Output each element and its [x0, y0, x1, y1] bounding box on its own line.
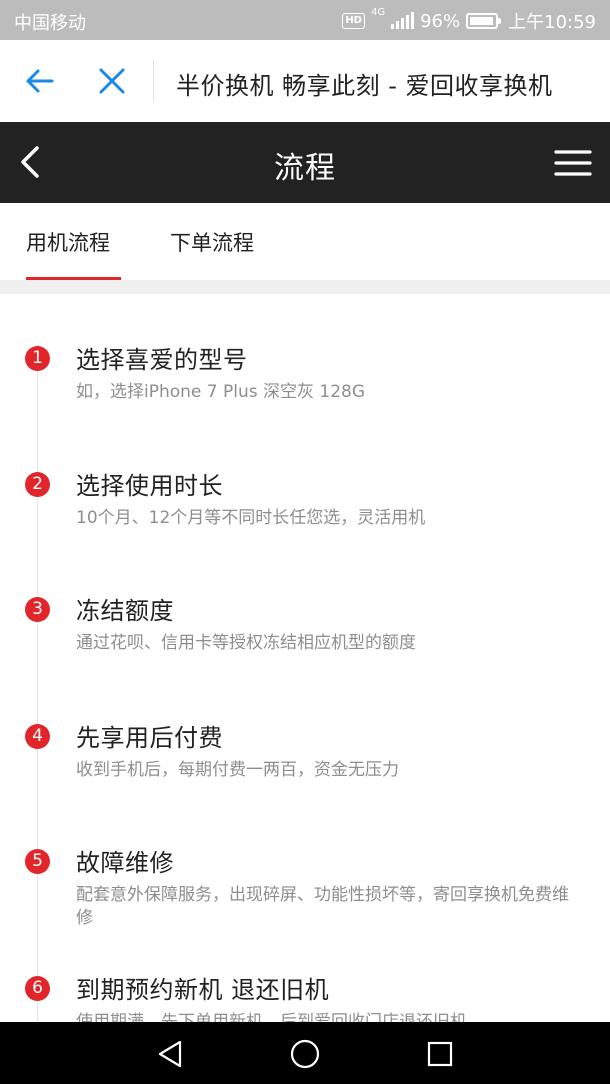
hd-badge: HD [342, 13, 365, 29]
system-nav-bar [0, 1022, 610, 1084]
step-title: 选择使用时长 [76, 472, 223, 500]
step-description: 如，选择iPhone 7 Plus 深空灰 128G [76, 382, 366, 402]
app-header: 流程 [0, 122, 610, 203]
process-steps: 1 选择喜爱的型号 如，选择iPhone 7 Plus 深空灰 128G 2 选… [0, 294, 610, 1022]
section-separator [0, 280, 610, 294]
tab-bar: 用机流程 下单流程 [0, 203, 610, 280]
step-title: 到期预约新机 退还旧机 [76, 976, 330, 1004]
toolbar-divider [153, 60, 154, 102]
step-number-badge: 1 [25, 346, 50, 371]
nav-recents-icon[interactable] [424, 1038, 456, 1070]
battery-percent: 96% [420, 10, 461, 32]
step-title: 冻结额度 [76, 597, 174, 625]
step-number-badge: 3 [25, 597, 50, 622]
battery-icon [466, 13, 502, 29]
hamburger-menu-icon[interactable] [554, 145, 592, 181]
close-icon[interactable] [96, 65, 128, 97]
network-type: 4G [370, 7, 386, 18]
step-description: 10个月、12个月等不同时长任您选，灵活用机 [76, 508, 426, 528]
step-description: 使用期满，先下单用新机，后到爱回收门店退还旧机 [76, 1012, 467, 1022]
step-title: 选择喜爱的型号 [76, 346, 248, 374]
step-description: 收到手机后，每期付费一两百，资金无压力 [76, 760, 399, 780]
step-number-badge: 5 [25, 849, 50, 874]
nav-back-icon[interactable] [154, 1038, 186, 1070]
signal-icon [391, 12, 415, 29]
tab-order-process[interactable]: 下单流程 [170, 227, 254, 257]
clock: 上午10:59 [508, 12, 596, 33]
step-number-badge: 6 [25, 976, 50, 1001]
header-title: 流程 [274, 151, 336, 186]
step-title: 故障维修 [76, 849, 174, 877]
carrier-name: 中国移动 [14, 13, 86, 34]
step-description: 配套意外保障服务，出现碎屏、功能性损坏等，寄回享换机免费维修 [76, 885, 569, 928]
browser-toolbar: 半价换机 畅享此刻 - 爱回收享换机 [0, 40, 610, 122]
page-title: 半价换机 畅享此刻 - 爱回收享换机 [176, 72, 553, 100]
step-title: 先享用后付费 [76, 724, 223, 752]
tab-usage-process[interactable]: 用机流程 [26, 227, 110, 257]
status-bar: 中国移动 HD 4G 96% 上午10:59 [0, 0, 610, 40]
timeline-line [37, 356, 38, 1022]
step-number-badge: 2 [25, 472, 50, 497]
step-description: 通过花呗、信用卡等授权冻结相应机型的额度 [76, 633, 416, 653]
nav-home-icon[interactable] [289, 1038, 321, 1070]
step-number-badge: 4 [25, 724, 50, 749]
status-icons: HD 4G 96% 上午10:59 [342, 8, 596, 34]
back-arrow-icon[interactable] [24, 65, 56, 97]
